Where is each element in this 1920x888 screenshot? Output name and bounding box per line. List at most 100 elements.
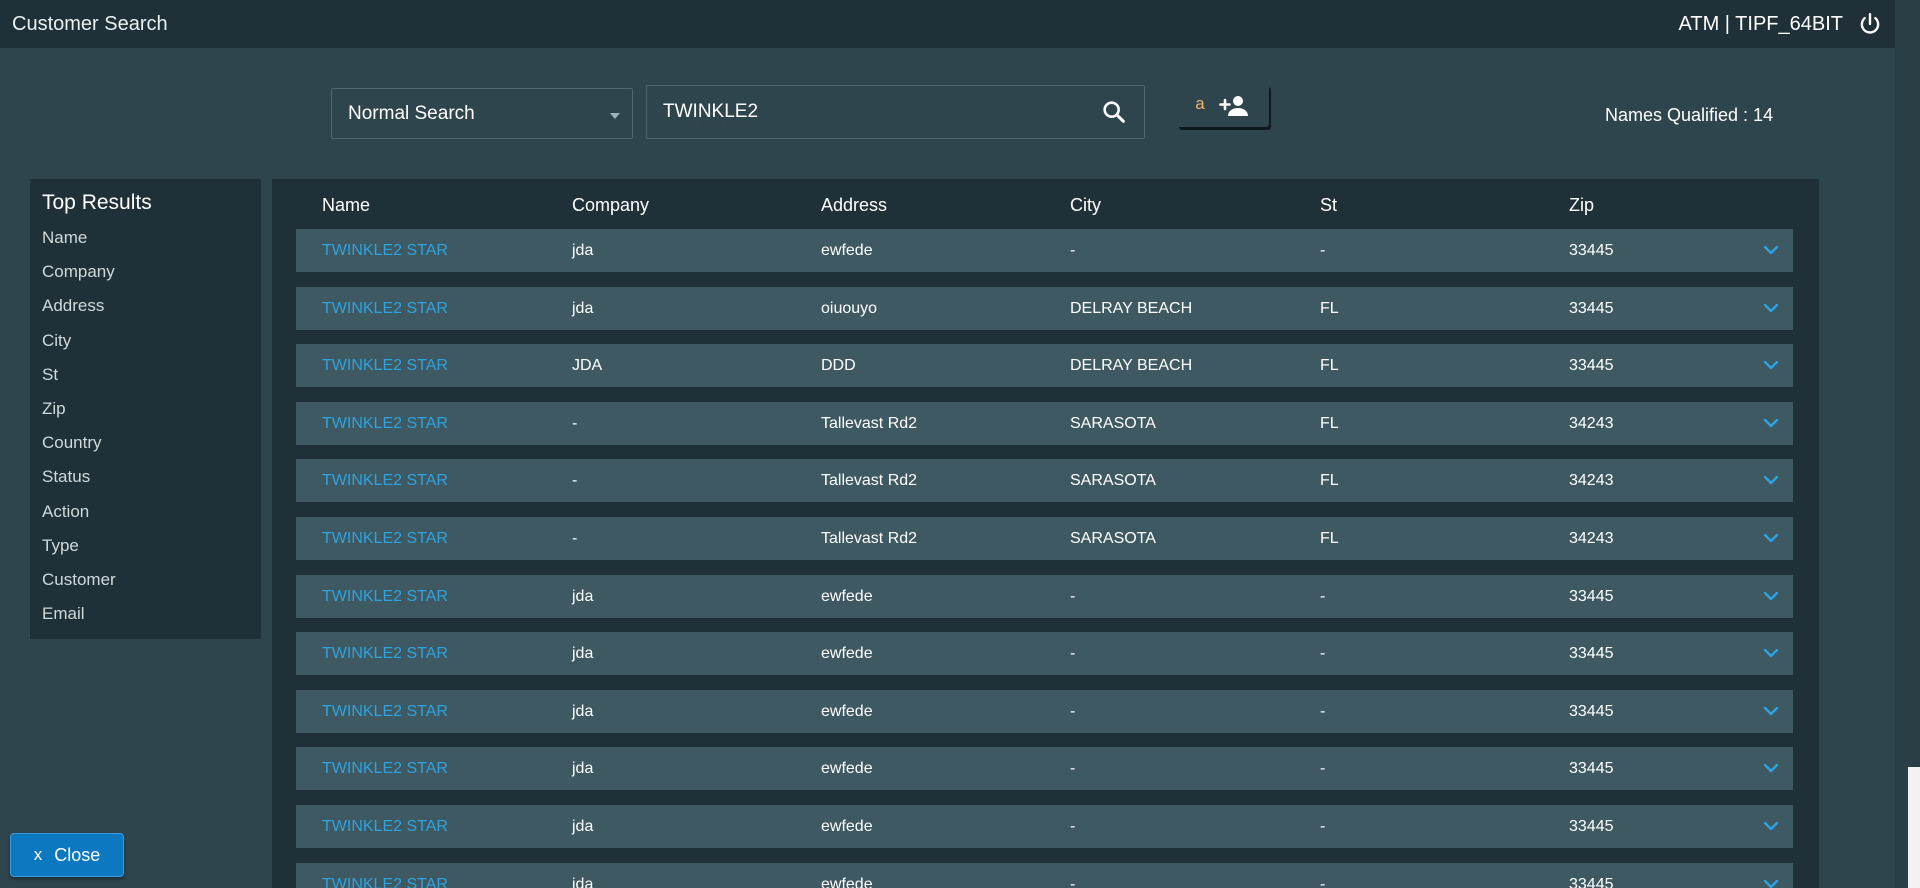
chevron-down-icon[interactable] [1763,472,1779,488]
sidebar-item-country[interactable]: Country [42,426,249,460]
cell-st: FL [1320,299,1339,317]
column-header-company[interactable]: Company [572,195,649,216]
cell-address: DDD [821,357,856,375]
chevron-down-icon[interactable] [1763,300,1779,316]
cell-company: jda [572,587,594,605]
cell-city: - [1070,875,1076,888]
cell-st: FL [1320,472,1339,490]
chevron-down-icon[interactable] [1763,703,1779,719]
chevron-down-icon[interactable] [1763,242,1779,258]
sidebar-item-address[interactable]: Address [42,289,249,323]
cell-name[interactable]: TWINKLE2 STAR [322,632,448,675]
sidebar-item-city[interactable]: City [42,324,249,358]
sidebar-item-zip[interactable]: Zip [42,392,249,426]
sidebar-item-status[interactable]: Status [42,460,249,494]
search-input[interactable] [663,101,1100,123]
cell-st: - [1320,875,1326,888]
cell-zip: 33445 [1569,587,1614,605]
table-row[interactable]: TWINKLE2 STAR jda ewfede - - 33445 [296,747,1793,791]
results-table: Name Company Address City St Zip TWINKLE… [272,179,1819,888]
cell-address: ewfede [821,760,873,778]
cell-name[interactable]: TWINKLE2 STAR [322,229,448,272]
cell-st: - [1320,645,1326,663]
table-row[interactable]: TWINKLE2 STAR jda ewfede - - 33445 [296,689,1793,733]
chevron-down-icon[interactable] [1763,876,1779,888]
cell-zip: 33445 [1569,299,1614,317]
cell-city: - [1070,587,1076,605]
cell-zip: 34243 [1569,530,1614,547]
column-header-city[interactable]: City [1070,195,1101,216]
scrollbar-thumb[interactable] [1908,767,1920,888]
cell-name[interactable]: TWINKLE2 STAR [322,517,448,560]
cell-name[interactable]: TWINKLE2 STAR [322,805,448,848]
cell-zip: 33445 [1569,818,1614,835]
cell-st: FL [1320,530,1339,547]
chevron-down-icon [610,112,620,119]
cell-name[interactable]: TWINKLE2 STAR [322,287,448,330]
table-row[interactable]: TWINKLE2 STAR jda ewfede - - 33445 [296,805,1793,848]
page-scrollbar[interactable] [1895,0,1920,888]
cell-city: SARASOTA [1070,414,1156,432]
add-customer-button[interactable]: a [1177,84,1269,127]
sidebar-item-company[interactable]: Company [42,255,249,289]
table-row[interactable]: TWINKLE2 STAR jda ewfede - - 33445 [296,229,1793,272]
search-mode-select[interactable]: Normal Search [331,88,633,139]
cell-address: ewfede [821,818,873,835]
names-qualified-count: Names Qualified : 14 [1605,105,1774,125]
cell-name[interactable]: TWINKLE2 STAR [322,575,448,618]
column-header-name[interactable]: Name [322,195,370,216]
chevron-down-icon[interactable] [1763,357,1779,373]
close-icon: x [33,845,43,864]
chevron-down-icon[interactable] [1763,415,1779,431]
table-row[interactable]: TWINKLE2 STAR - Tallevast Rd2 SARASOTA FL 342… [296,517,1793,560]
cell-city: - [1070,242,1076,259]
top-results-title: Top Results [42,191,152,214]
search-icon[interactable] [1100,98,1128,126]
column-header-address[interactable]: Address [821,195,887,216]
cell-name[interactable]: TWINKLE2 STAR [322,863,448,888]
chevron-down-icon[interactable] [1763,588,1779,604]
power-icon[interactable] [1857,11,1883,37]
cell-zip: 33445 [1569,760,1614,778]
sidebar-item-email[interactable]: Email [42,597,249,631]
cell-zip: 33445 [1569,875,1614,888]
chevron-down-icon[interactable] [1763,760,1779,776]
cell-zip: 33445 [1569,242,1614,259]
table-row[interactable]: TWINKLE2 STAR jda ewfede - - 33445 [296,632,1793,676]
sidebar-item-customer[interactable]: Customer [42,563,249,597]
search-mode-value: Normal Search [348,102,475,124]
sidebar-item-action[interactable]: Action [42,495,249,529]
cell-address: ewfede [821,242,873,259]
cell-company: - [572,414,578,432]
cell-name[interactable]: TWINKLE2 STAR [322,344,448,387]
cell-st: - [1320,242,1326,259]
cell-name[interactable]: TWINKLE2 STAR [322,690,448,733]
table-row[interactable]: TWINKLE2 STAR - Tallevast Rd2 SARASOTA FL 342… [296,459,1793,503]
table-row[interactable]: TWINKLE2 STAR jda oiuouyo DELRAY BEACH FL 334… [296,286,1793,330]
sidebar-item-type[interactable]: Type [42,529,249,563]
chevron-down-icon[interactable] [1763,530,1779,546]
close-button[interactable]: x Close [10,833,124,877]
sidebar-item-name[interactable]: Name [42,221,249,255]
person-add-icon [1218,94,1251,118]
chevron-down-icon[interactable] [1763,818,1779,834]
cell-address: ewfede [821,702,873,720]
sidebar-item-st[interactable]: St [42,358,249,392]
table-row[interactable]: TWINKLE2 STAR jda ewfede - - 33445 [296,574,1793,618]
cell-st: - [1320,587,1326,605]
cell-city: - [1070,760,1076,778]
cell-zip: 34243 [1569,472,1614,490]
environment-label: ATM | TIPF_64BIT [1678,12,1844,35]
cell-name[interactable]: TWINKLE2 STAR [322,747,448,790]
table-row[interactable]: TWINKLE2 STAR JDA DDD DELRAY BEACH FL 33445 [296,344,1793,388]
table-row[interactable]: TWINKLE2 STAR jda ewfede - - 33445 [296,862,1793,888]
cell-company: JDA [572,357,603,375]
column-header-st[interactable]: St [1320,195,1337,216]
column-header-zip[interactable]: Zip [1569,195,1594,216]
chevron-down-icon[interactable] [1763,645,1779,661]
cell-name[interactable]: TWINKLE2 STAR [322,402,448,445]
top-bar: Customer Search ATM | TIPF_64BIT [0,0,1895,48]
top-results-panel: Top Results Name Company Address City St… [30,179,261,639]
cell-name[interactable]: TWINKLE2 STAR [322,459,448,502]
table-row[interactable]: TWINKLE2 STAR - Tallevast Rd2 SARASOTA FL 342… [296,401,1793,445]
